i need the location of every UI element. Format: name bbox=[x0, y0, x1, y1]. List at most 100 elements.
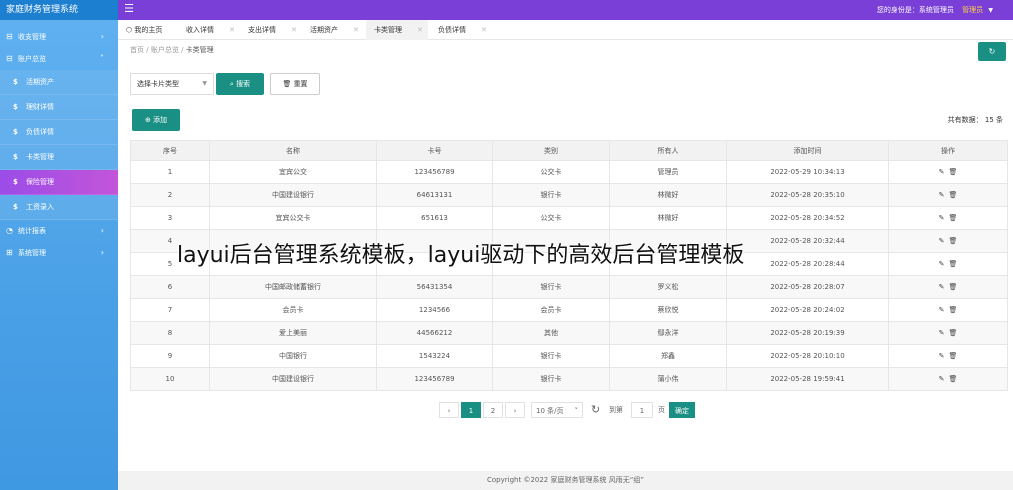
menu-toggle-icon[interactable]: ☰ bbox=[122, 2, 136, 16]
table-cell: 2022-05-28 20:10:10 bbox=[726, 344, 889, 368]
sidebar-item-salary[interactable]: $ 工资录入 bbox=[0, 195, 118, 220]
delete-icon[interactable]: 🗑 bbox=[948, 168, 957, 176]
total-count: 共有数据： 15 条 bbox=[947, 116, 1003, 124]
user-area[interactable]: 您的身份是：系统管理员 管理员 ▼ bbox=[877, 0, 993, 20]
breadcrumb-parent[interactable]: 账户总览 bbox=[151, 46, 179, 54]
edit-icon[interactable]: ✎ bbox=[939, 352, 945, 360]
edit-icon[interactable]: ✎ bbox=[939, 237, 945, 245]
add-button-label: 添加 bbox=[153, 116, 168, 124]
table-cell: 3 bbox=[130, 206, 210, 230]
sidebar-group-income-expense[interactable]: ⊟ 收支管理 › bbox=[0, 26, 118, 48]
delete-icon[interactable]: 🗑 bbox=[948, 283, 957, 291]
chevron-right-icon: › bbox=[100, 226, 104, 235]
close-icon[interactable]: ✕ bbox=[417, 20, 423, 40]
table-cell: 郑鑫 bbox=[609, 344, 727, 368]
sidebar-group-reports[interactable]: ◔ 统计报表 › bbox=[0, 220, 118, 242]
sidebar-item-label: 保险管理 bbox=[26, 178, 54, 186]
table-cell: 56431354 bbox=[376, 275, 493, 299]
tab-label: 活期资产 bbox=[310, 26, 338, 34]
tab-cards[interactable]: 卡类管理 ✕ bbox=[366, 20, 428, 40]
tab-expense[interactable]: 支出详情 ✕ bbox=[240, 20, 302, 40]
column-header: 卡号 bbox=[376, 140, 493, 161]
edit-icon[interactable]: ✎ bbox=[939, 191, 945, 199]
delete-icon[interactable]: 🗑 bbox=[948, 306, 957, 314]
table-cell: 银行卡 bbox=[492, 367, 610, 391]
page-button-2[interactable]: 2 bbox=[483, 402, 503, 418]
edit-icon[interactable]: ✎ bbox=[939, 306, 945, 314]
card-type-select[interactable]: 选择卡片类型 ▼ bbox=[130, 73, 214, 95]
search-button[interactable]: ⌕ 搜索 bbox=[216, 73, 264, 95]
column-header: 操作 bbox=[888, 140, 1008, 161]
delete-icon[interactable]: 🗑 bbox=[948, 237, 957, 245]
refresh-button[interactable]: ↻ bbox=[978, 42, 1006, 61]
sidebar-item-label: 工资录入 bbox=[26, 203, 54, 211]
table-cell: 银行卡 bbox=[492, 344, 610, 368]
sidebar-item-insurance[interactable]: $ 保险管理 bbox=[0, 170, 118, 195]
close-icon[interactable]: ✕ bbox=[291, 20, 297, 40]
page-size-select[interactable]: 10 条/页 ˅ bbox=[531, 402, 583, 418]
edit-icon[interactable]: ✎ bbox=[939, 375, 945, 383]
tab-liabilities[interactable]: 负债详情 ✕ bbox=[430, 20, 492, 40]
breadcrumb-home[interactable]: 首页 bbox=[130, 46, 144, 54]
account-icon: ⊟ bbox=[6, 54, 13, 63]
tab-income[interactable]: 收入详情 ✕ bbox=[178, 20, 240, 40]
table-cell: 2022-05-28 20:34:52 bbox=[726, 206, 889, 230]
next-page-button[interactable]: › bbox=[505, 402, 525, 418]
role-label[interactable]: 管理员 bbox=[962, 6, 983, 14]
prev-page-button[interactable]: ‹ bbox=[439, 402, 459, 418]
delete-icon[interactable]: 🗑 bbox=[948, 329, 957, 337]
table-cell: 2 bbox=[130, 183, 210, 207]
row-actions: ✎ 🗑 bbox=[888, 252, 1008, 276]
table-cell: 林微好 bbox=[609, 183, 727, 207]
sidebar-group-accounts[interactable]: ⊟ 账户总览 ˅ bbox=[0, 48, 118, 70]
edit-icon[interactable]: ✎ bbox=[939, 260, 945, 268]
edit-icon[interactable]: ✎ bbox=[939, 168, 945, 176]
tab-label: 负债详情 bbox=[438, 26, 466, 34]
delete-icon[interactable]: 🗑 bbox=[948, 375, 957, 383]
sidebar-group-label: 账户总览 bbox=[18, 55, 46, 63]
sidebar-group-label: 系统管理 bbox=[18, 249, 46, 257]
sidebar-item-cards[interactable]: $ 卡类管理 bbox=[0, 145, 118, 170]
sidebar-item-liabilities[interactable]: $ 负债详情 bbox=[0, 120, 118, 145]
table-cell: 宜宾公交 bbox=[209, 160, 377, 184]
table-cell: 2022-05-29 10:34:13 bbox=[726, 160, 889, 184]
delete-icon[interactable]: 🗑 bbox=[948, 260, 957, 268]
sidebar-item-demand-assets[interactable]: $ 活期资产 bbox=[0, 70, 118, 95]
delete-icon[interactable]: 🗑 bbox=[948, 352, 957, 360]
row-actions: ✎ 🗑 bbox=[888, 321, 1008, 345]
edit-icon[interactable]: ✎ bbox=[939, 214, 945, 222]
close-icon[interactable]: ✕ bbox=[481, 20, 487, 40]
reset-button-label: 重置 bbox=[293, 80, 308, 88]
tab-home[interactable]: ⬡ 我的主页 bbox=[118, 20, 176, 40]
breadcrumb-row: 首页 / 账户总览 / 卡类管理 ↻ bbox=[118, 40, 1013, 61]
goto-page-input[interactable]: 1 bbox=[631, 402, 653, 418]
refresh-icon[interactable]: ↻ bbox=[591, 402, 600, 418]
page-button-1[interactable]: 1 bbox=[461, 402, 481, 418]
close-icon[interactable]: ✕ bbox=[353, 20, 359, 40]
table-cell: 64613131 bbox=[376, 183, 493, 207]
dollar-icon: $ bbox=[13, 103, 18, 111]
confirm-button[interactable]: 确定 bbox=[669, 402, 695, 418]
tab-demand-assets[interactable]: 活期资产 ✕ bbox=[302, 20, 364, 40]
table-row: 9 中国银行 1543224 银行卡 郑鑫 2022-05-28 20:10:10 ✎ 🗑 bbox=[130, 344, 1008, 368]
column-header: 序号 bbox=[130, 140, 210, 161]
table-row: 3 宜宾公交卡 651613 公交卡 林微好 2022-05-28 20:34:52 ✎ 🗑 bbox=[130, 206, 1008, 230]
chevron-down-icon[interactable]: ▼ bbox=[988, 1, 993, 21]
add-button[interactable]: ⊕ 添加 bbox=[132, 109, 180, 131]
tab-label: 收入详情 bbox=[186, 26, 214, 34]
dollar-icon: $ bbox=[13, 78, 18, 86]
goto-label: 到第 bbox=[609, 406, 623, 414]
edit-icon[interactable]: ✎ bbox=[939, 329, 945, 337]
delete-icon[interactable]: 🗑 bbox=[948, 214, 957, 222]
close-icon[interactable]: ✕ bbox=[229, 20, 235, 40]
sidebar-group-system[interactable]: ⊞ 系统管理 › bbox=[0, 242, 118, 264]
table-cell: 2022-05-28 20:35:10 bbox=[726, 183, 889, 207]
table-cell: 罗义松 bbox=[609, 275, 727, 299]
delete-icon[interactable]: 🗑 bbox=[948, 191, 957, 199]
sidebar-item-wealth[interactable]: $ 理财详情 bbox=[0, 95, 118, 120]
page-unit-label: 页 bbox=[658, 406, 665, 414]
edit-icon[interactable]: ✎ bbox=[939, 283, 945, 291]
reset-button[interactable]: 🗑 重置 bbox=[270, 73, 320, 95]
dollar-icon: $ bbox=[13, 128, 18, 136]
column-header: 名称 bbox=[209, 140, 377, 161]
